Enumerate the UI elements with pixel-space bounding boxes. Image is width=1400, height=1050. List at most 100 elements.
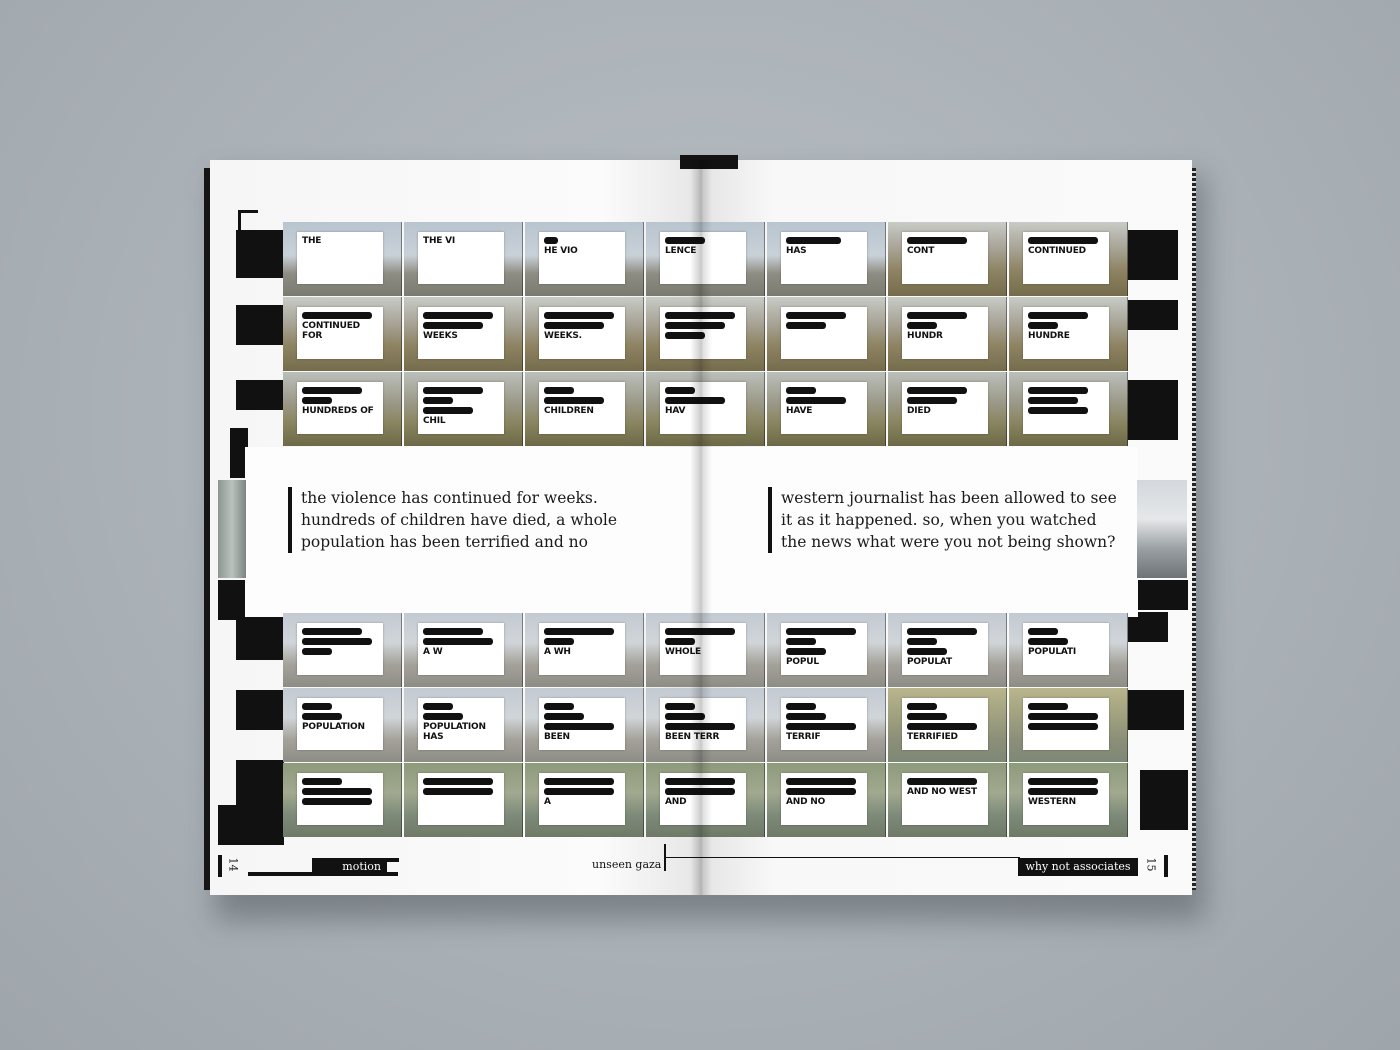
redaction-mark — [544, 778, 614, 785]
redaction-mark — [665, 778, 735, 785]
video-frame: WEEKS — [404, 297, 523, 371]
caption-text: HUNDRE — [1028, 331, 1070, 341]
caption-card: DIED — [902, 382, 988, 434]
right-edge-thumbnail — [1137, 480, 1187, 578]
video-frame: WEEKS. — [525, 297, 644, 371]
redaction-mark — [786, 788, 856, 795]
video-frame: HUNDR — [888, 297, 1007, 371]
caption-card: CHIL — [418, 382, 504, 434]
caption-card — [297, 623, 383, 675]
caption-card: HAV — [660, 382, 746, 434]
decorative-bar — [1128, 230, 1178, 280]
caption-card: HUNDREDS OF — [297, 382, 383, 434]
left-edge-thumbnail — [218, 480, 246, 578]
redaction-mark — [665, 397, 725, 404]
caption-text: A WH — [544, 647, 571, 657]
caption-text: WEEKS. — [544, 331, 582, 341]
caption-card — [1023, 382, 1109, 434]
caption-text: CONTINUED — [1028, 246, 1086, 256]
footer-rule-right-end — [1164, 855, 1168, 877]
caption-text: A — [544, 797, 551, 807]
caption-text: AND — [665, 797, 687, 807]
decorative-bar — [236, 760, 284, 805]
redaction-mark — [665, 332, 705, 339]
redaction-mark — [1028, 312, 1088, 319]
video-frame — [283, 763, 402, 837]
redaction-mark — [907, 322, 937, 329]
redaction-mark — [423, 387, 483, 394]
caption-text: HE VIO — [544, 246, 578, 256]
redaction-mark — [302, 628, 362, 635]
video-frame: CONTINUED FOR — [283, 297, 402, 371]
redaction-mark — [302, 703, 332, 710]
redaction-mark — [544, 723, 614, 730]
redaction-mark — [544, 713, 584, 720]
redaction-mark — [1028, 713, 1098, 720]
redaction-mark — [423, 713, 463, 720]
caption-text: HUNDREDS OF — [302, 406, 374, 416]
video-frame: A WH — [525, 613, 644, 687]
caption-card: HAVE — [781, 382, 867, 434]
caption-text: CHILDREN — [544, 406, 594, 416]
redaction-mark — [544, 387, 574, 394]
video-frame — [1009, 372, 1128, 446]
decorative-bar — [218, 805, 284, 845]
film-strip: A W A WH WHOLE POPUL POPULAT POPULATI — [283, 613, 1128, 687]
decorative-bar — [236, 380, 284, 410]
caption-card — [1023, 698, 1109, 750]
redaction-mark — [665, 703, 695, 710]
film-strip: HUNDREDS OF CHIL CHILDREN HAV HAVE DIED — [283, 372, 1128, 446]
caption-text: WESTERN — [1028, 797, 1076, 807]
caption-card: AND NO WEST — [902, 773, 988, 825]
redaction-mark — [665, 312, 735, 319]
redaction-mark — [423, 703, 453, 710]
caption-text: POPULATION — [302, 722, 365, 732]
decorative-bar — [236, 305, 284, 345]
caption-card: POPULAT — [902, 623, 988, 675]
caption-card: POPULATION HAS — [418, 698, 504, 750]
redaction-mark — [1028, 237, 1098, 244]
redaction-mark — [665, 387, 695, 394]
video-frame: POPUL — [767, 613, 886, 687]
video-frame: A — [525, 763, 644, 837]
redaction-mark — [665, 322, 725, 329]
caption-card: WEEKS. — [539, 307, 625, 359]
redaction-mark — [302, 788, 372, 795]
video-frame: CONT — [888, 222, 1007, 296]
caption-card — [297, 773, 383, 825]
redaction-mark — [423, 407, 473, 414]
caption-card: POPUL — [781, 623, 867, 675]
redaction-mark — [302, 778, 342, 785]
redaction-mark — [786, 312, 846, 319]
video-frame: WESTERN — [1009, 763, 1128, 837]
video-frame: HAVE — [767, 372, 886, 446]
video-frame: AND — [646, 763, 765, 837]
caption-card: TERRIFIED — [902, 698, 988, 750]
redaction-mark — [907, 397, 957, 404]
redaction-mark — [907, 237, 967, 244]
caption-card: POPULATI — [1023, 623, 1109, 675]
redaction-mark — [1028, 723, 1098, 730]
redaction-mark — [786, 397, 846, 404]
caption-text: AND NO — [786, 797, 826, 807]
redaction-mark — [423, 628, 483, 635]
caption-text: DIED — [907, 406, 931, 416]
video-frame: AND NO — [767, 763, 886, 837]
caption-text: A W — [423, 647, 443, 657]
section-label-motion: motion — [312, 858, 387, 875]
redaction-mark — [786, 648, 826, 655]
redaction-mark — [423, 397, 453, 404]
footer-rule-right — [664, 857, 1020, 858]
redaction-mark — [1028, 387, 1088, 394]
redaction-mark — [302, 638, 372, 645]
caption-card — [781, 307, 867, 359]
redaction-mark — [665, 237, 705, 244]
caption-card: BEEN — [539, 698, 625, 750]
right-page-number: 15 — [1144, 857, 1158, 872]
caption-card: WESTERN — [1023, 773, 1109, 825]
redaction-mark — [544, 322, 604, 329]
caption-card: POPULATION — [297, 698, 383, 750]
caption-card: CHILDREN — [539, 382, 625, 434]
caption-text: THE — [302, 236, 322, 246]
video-frame: HUNDRE — [1009, 297, 1128, 371]
